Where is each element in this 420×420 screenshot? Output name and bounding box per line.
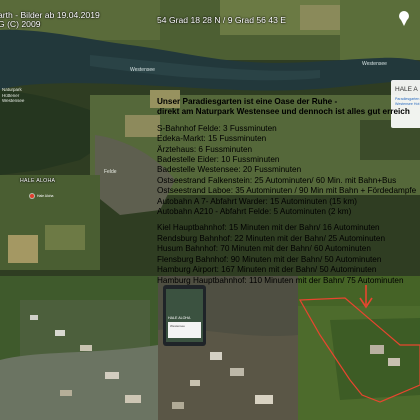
location-pin-icon [30,194,34,198]
station-line: Rendsburg Bahnhof: 22 Minuten mit der Ba… [157,233,386,243]
station-line: Kiel Hauptbahnhof: 15 Minuten mit der Ba… [157,223,380,233]
station-line: Flensburg Bahnhof: 90 Minuten mit der Ba… [157,254,382,264]
distance-line: Ostseestrand Laboe: 35 Autominuten / 90 … [157,186,417,196]
map-composite: arth - Bilder ab 19.04.2019 G (C) 2009 5… [0,0,420,420]
felde-label: Felde [104,169,117,175]
phone-mockup: HALE ALOHA Westensee [163,285,206,346]
phone-title: HALE ALOHA [168,316,191,320]
phone-card: Westensee [168,322,201,338]
distance-line: Edeka-Markt: 15 Fussminuten [157,134,267,144]
distance-line: Ärztehaus: 6 Fussminuten [157,144,253,154]
lake-label: Westensee [130,67,155,73]
phone-card-text: Westensee [170,324,185,328]
hale-aloha-label: HALE ALOHA [20,178,56,184]
headline-line-1: Unser Paradiesgarten ist eine Oase der R… [157,97,338,106]
phone-screen: HALE ALOHA Westensee [166,289,203,342]
station-line: Hamburg Airport: 167 Minuten mit der Bah… [157,265,377,275]
header-left-text: arth - Bilder ab 19.04.2019 G (C) 2009 [0,10,100,30]
distance-line: Ostseestrand Falkenstein: 25 Autominuten… [157,175,397,185]
header-coordinates: 54 Grad 18 28 N / 9 Grad 56 43 E [157,15,286,25]
panel-title: HALE A [395,86,418,93]
distance-line: Badestelle Westensee: 20 Fussminuten [157,165,302,175]
distance-list: S-Bahnhof Felde: 3 Fussminuten Edeka-Mark… [157,124,416,218]
distance-line: S-Bahnhof Felde: 3 Fussminuten [157,123,277,133]
station-list: Kiel Hauptbahnhof: 15 Minuten mit der Ba… [157,223,416,285]
naturpark-label: Naturpark Hüttener Westensee [2,87,25,104]
distance-line: Autobahn A210 - Abfahrt Felde: 5 Automin… [157,207,352,217]
station-line: Husum Bahnhof: 70 Minuten mit der Bahn/ … [157,244,371,254]
distance-line: Badestelle Eider: 10 Fussminuten [157,155,280,165]
distance-info-block: Unser Paradiesgarten ist eine Oase der R… [157,97,416,286]
headline-line-2: direkt am Naturpark Westensee und dennoc… [157,107,410,117]
distance-line: Autobahn A 7- Abfahrt Warder: 15 Automin… [157,196,357,206]
pin-caption: Hale Aloha [37,194,54,198]
westensee-label: Westensee [362,61,387,67]
